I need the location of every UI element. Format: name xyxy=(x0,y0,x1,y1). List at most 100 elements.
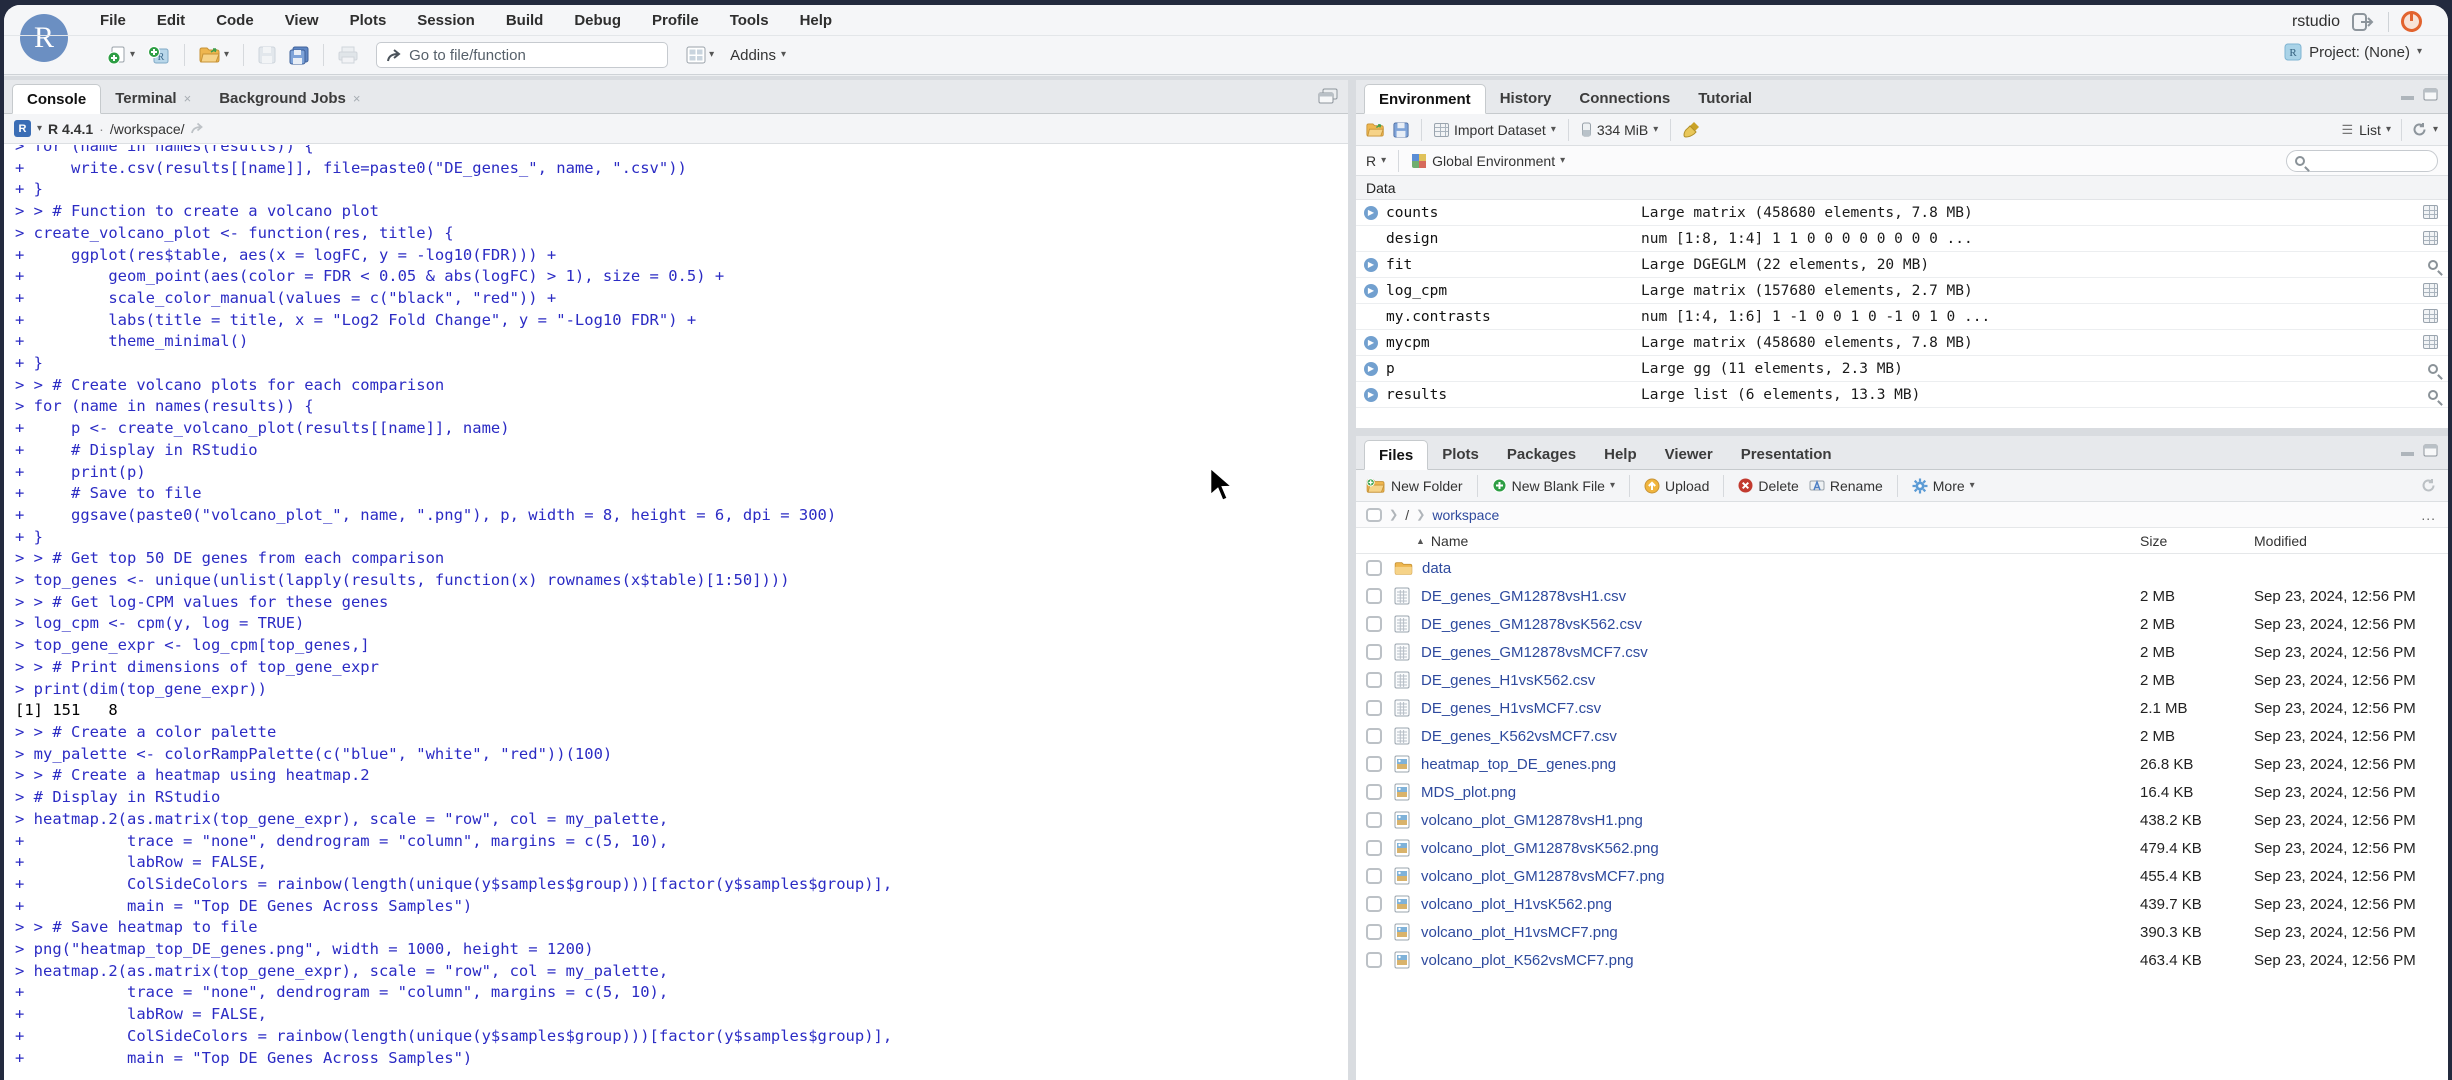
file-name-link[interactable]: volcano_plot_K562vsMCF7.png xyxy=(1421,952,1634,969)
refresh-icon[interactable] xyxy=(2421,478,2436,493)
language-selector[interactable]: R ▾ xyxy=(1366,153,1386,169)
goto-file-function-input[interactable]: Go to file/function xyxy=(376,42,669,68)
print-button[interactable] xyxy=(335,44,361,66)
file-checkbox[interactable] xyxy=(1366,868,1382,884)
environment-object-row[interactable]: ▶designnum [1:8, 1:4] 1 1 0 0 0 0 0 0 0 … xyxy=(1356,226,2448,252)
pane-layout-button[interactable]: ▾ xyxy=(683,44,717,66)
menu-file[interactable]: File xyxy=(100,12,126,29)
tab-console[interactable]: Console xyxy=(12,84,102,114)
file-name-link[interactable]: volcano_plot_H1vsK562.png xyxy=(1421,896,1612,913)
tab-presentation[interactable]: Presentation xyxy=(1727,439,1846,469)
tab-tutorial[interactable]: Tutorial xyxy=(1684,83,1766,113)
tab-plots[interactable]: Plots xyxy=(1428,439,1493,469)
save-icon[interactable] xyxy=(1393,121,1409,138)
more-button[interactable]: More ▾ xyxy=(1912,478,1975,494)
menu-edit[interactable]: Edit xyxy=(157,12,185,29)
list-view-button[interactable]: List ▾ xyxy=(2359,122,2391,138)
minimize-pane-icon[interactable] xyxy=(2400,444,2415,457)
inspect-icon[interactable] xyxy=(2428,387,2438,405)
file-name-link[interactable]: DE_genes_K562vsMCF7.csv xyxy=(1421,728,1617,745)
file-checkbox[interactable] xyxy=(1366,924,1382,940)
maximize-pane-icon[interactable] xyxy=(1318,88,1338,104)
environment-object-row[interactable]: ▶ p Large gg (11 elements, 2.3 MB) xyxy=(1356,356,2448,382)
file-checkbox[interactable] xyxy=(1366,700,1382,716)
expand-icon[interactable]: ▶ xyxy=(1364,257,1378,272)
sign-out-icon[interactable] xyxy=(2352,12,2376,32)
tab-packages[interactable]: Packages xyxy=(1493,439,1590,469)
file-checkbox[interactable] xyxy=(1366,616,1382,632)
file-name-link[interactable]: volcano_plot_GM12878vsH1.png xyxy=(1421,812,1643,829)
close-icon[interactable]: × xyxy=(353,91,361,106)
file-checkbox[interactable] xyxy=(1366,588,1382,604)
file-name-link[interactable]: DE_genes_GM12878vsMCF7.csv xyxy=(1421,644,1648,661)
file-checkbox[interactable] xyxy=(1366,840,1382,856)
memory-usage-button[interactable]: 334 MiB ▾ xyxy=(1581,122,1658,138)
new-project-button[interactable]: R xyxy=(145,43,173,67)
file-checkbox[interactable] xyxy=(1366,784,1382,800)
file-checkbox[interactable] xyxy=(1366,896,1382,912)
menu-view[interactable]: View xyxy=(285,12,319,29)
inspect-icon[interactable] xyxy=(2428,361,2438,379)
breadcrumb-root[interactable]: / xyxy=(1405,507,1409,523)
menu-profile[interactable]: Profile xyxy=(652,12,699,29)
addins-button[interactable]: Addins ▾ xyxy=(730,47,786,64)
r-language-icon[interactable]: R xyxy=(14,120,31,137)
file-name-link[interactable]: MDS_plot.png xyxy=(1421,784,1516,801)
view-table-icon[interactable] xyxy=(2423,283,2438,302)
view-table-icon[interactable] xyxy=(2423,309,2438,328)
menu-help[interactable]: Help xyxy=(800,12,833,29)
tab-environment[interactable]: Environment xyxy=(1364,84,1486,114)
project-selector[interactable]: R Project: (None) ▾ xyxy=(2284,43,2422,61)
file-name-link[interactable]: DE_genes_GM12878vsK562.csv xyxy=(1421,616,1642,633)
file-name-link[interactable]: volcano_plot_H1vsMCF7.png xyxy=(1421,924,1618,941)
new-folder-button[interactable]: New Folder xyxy=(1366,478,1463,494)
upload-button[interactable]: Upload xyxy=(1644,478,1709,494)
save-all-button[interactable] xyxy=(286,44,312,67)
open-file-button[interactable]: ▾ xyxy=(196,44,232,66)
file-checkbox[interactable] xyxy=(1366,812,1382,828)
environment-search-input[interactable] xyxy=(2286,150,2438,172)
environment-object-row[interactable]: ▶ mycpm Large matrix (458680 elements, 7.8… xyxy=(1356,330,2448,356)
save-button[interactable] xyxy=(255,44,279,66)
expand-icon[interactable]: ▶ xyxy=(1364,205,1378,220)
minimize-pane-icon[interactable] xyxy=(2400,88,2415,101)
goto-directory-icon[interactable] xyxy=(190,122,205,135)
menu-tools[interactable]: Tools xyxy=(730,12,769,29)
environment-object-row[interactable]: ▶ fit Large DGEGLM (22 elements, 20 MB) xyxy=(1356,252,2448,278)
maximize-pane-icon[interactable] xyxy=(2423,444,2438,457)
file-checkbox[interactable] xyxy=(1366,728,1382,744)
tab-files[interactable]: Files xyxy=(1364,440,1429,470)
environment-object-row[interactable]: ▶ counts Large matrix (458680 elements, 7.… xyxy=(1356,200,2448,226)
tab-viewer[interactable]: Viewer xyxy=(1651,439,1727,469)
expand-icon[interactable]: ▶ xyxy=(1364,283,1378,298)
file-checkbox[interactable] xyxy=(1366,644,1382,660)
view-table-icon[interactable] xyxy=(2423,231,2438,250)
maximize-pane-icon[interactable] xyxy=(2423,88,2438,101)
rename-button[interactable]: Rename xyxy=(1809,478,1883,494)
menu-build[interactable]: Build xyxy=(506,12,544,29)
file-name-link[interactable]: DE_genes_H1vsMCF7.csv xyxy=(1421,700,1601,717)
clear-objects-broom-icon[interactable] xyxy=(1683,121,1701,139)
refresh-icon[interactable] xyxy=(2412,122,2427,137)
column-header-name[interactable]: ▲ Name xyxy=(1416,533,1468,549)
view-table-icon[interactable] xyxy=(2423,335,2438,354)
file-name-link[interactable]: volcano_plot_GM12878vsK562.png xyxy=(1421,840,1659,857)
menu-plots[interactable]: Plots xyxy=(350,12,387,29)
view-table-icon[interactable] xyxy=(2423,205,2438,224)
column-header-size[interactable]: Size xyxy=(2140,533,2167,549)
tab-terminal[interactable]: Terminal × xyxy=(101,83,205,113)
file-name-link[interactable]: volcano_plot_GM12878vsMCF7.png xyxy=(1421,868,1664,885)
tab-background-jobs[interactable]: Background Jobs × xyxy=(205,83,374,113)
environment-object-row[interactable]: ▶ results Large list (6 elements, 13.3 MB) xyxy=(1356,382,2448,408)
breadcrumb-folder[interactable]: workspace xyxy=(1432,507,1499,523)
environment-object-row[interactable]: ▶ log_cpm Large matrix (157680 elements, 2… xyxy=(1356,278,2448,304)
file-name-link[interactable]: DE_genes_H1vsK562.csv xyxy=(1421,672,1595,689)
select-all-checkbox[interactable] xyxy=(1366,507,1382,522)
expand-icon[interactable]: ▶ xyxy=(1364,335,1378,350)
delete-button[interactable]: Delete xyxy=(1738,478,1799,494)
menu-debug[interactable]: Debug xyxy=(574,12,621,29)
close-icon[interactable]: × xyxy=(184,91,192,106)
file-checkbox[interactable] xyxy=(1366,560,1382,576)
tab-help[interactable]: Help xyxy=(1590,439,1651,469)
file-checkbox[interactable] xyxy=(1366,952,1382,968)
